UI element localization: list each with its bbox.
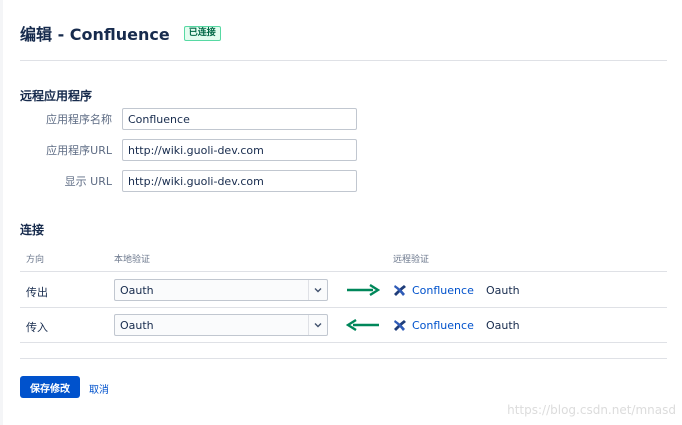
remote-confluence-link-outgoing[interactable]: Confluence bbox=[393, 283, 474, 297]
arrow-left-icon bbox=[346, 319, 379, 331]
connection-section-title: 连接 bbox=[20, 223, 45, 237]
row-divider bbox=[20, 342, 667, 343]
confluence-logo-icon bbox=[394, 285, 406, 296]
chevron-down-icon bbox=[308, 315, 327, 335]
local-auth-select-value: Oauth bbox=[120, 283, 154, 297]
table-header-divider bbox=[20, 271, 667, 272]
footer-divider bbox=[20, 358, 667, 359]
left-edge bbox=[0, 0, 3, 425]
display-url-row: 显示 URL bbox=[20, 169, 380, 193]
display-url-input[interactable] bbox=[122, 170, 357, 192]
cancel-link[interactable]: 取消 bbox=[89, 381, 109, 396]
header-divider bbox=[20, 60, 667, 61]
local-auth-select-outgoing[interactable]: Oauth bbox=[114, 279, 328, 301]
remote-app-name: Confluence bbox=[412, 318, 474, 332]
remote-auth-incoming: Oauth bbox=[486, 319, 520, 332]
page-header: 编辑 - Confluence 已连接 bbox=[20, 22, 221, 44]
direction-incoming: 传入 bbox=[26, 321, 48, 334]
app-name-row: 应用程序名称 bbox=[20, 107, 380, 131]
direction-header: 方向 bbox=[26, 255, 45, 265]
app-name-label: 应用程序名称 bbox=[46, 113, 112, 126]
local-auth-header: 本地验证 bbox=[114, 255, 151, 265]
save-button[interactable]: 保存修改 bbox=[20, 376, 80, 398]
row-divider bbox=[20, 307, 667, 308]
edit-application-link-page: 编辑 - Confluence 已连接 远程应用程序 应用程序名称 应用程序UR… bbox=[0, 0, 682, 425]
remote-app-name: Confluence bbox=[412, 283, 474, 297]
page-title: 编辑 - Confluence bbox=[20, 25, 170, 44]
chevron-down-icon bbox=[308, 280, 327, 300]
remote-auth-outgoing: Oauth bbox=[486, 284, 520, 297]
app-url-input[interactable] bbox=[122, 139, 357, 161]
direction-outgoing: 传出 bbox=[26, 286, 48, 299]
arrow-right-icon bbox=[347, 284, 380, 296]
remote-confluence-link-incoming[interactable]: Confluence bbox=[393, 318, 474, 332]
app-url-row: 应用程序URL bbox=[20, 138, 380, 162]
remote-app-section-title: 远程应用程序 bbox=[20, 89, 93, 103]
app-name-input[interactable] bbox=[122, 108, 357, 130]
status-badge: 已连接 bbox=[183, 25, 221, 41]
local-auth-select-incoming[interactable]: Oauth bbox=[114, 314, 328, 336]
confluence-logo-icon bbox=[394, 320, 406, 331]
local-auth-select-value: Oauth bbox=[120, 318, 154, 332]
display-url-label: 显示 URL bbox=[64, 175, 112, 188]
app-url-label: 应用程序URL bbox=[46, 144, 112, 157]
watermark: https://blog.csdn.net/mnasd bbox=[507, 403, 676, 417]
remote-auth-header: 远程验证 bbox=[393, 255, 430, 265]
